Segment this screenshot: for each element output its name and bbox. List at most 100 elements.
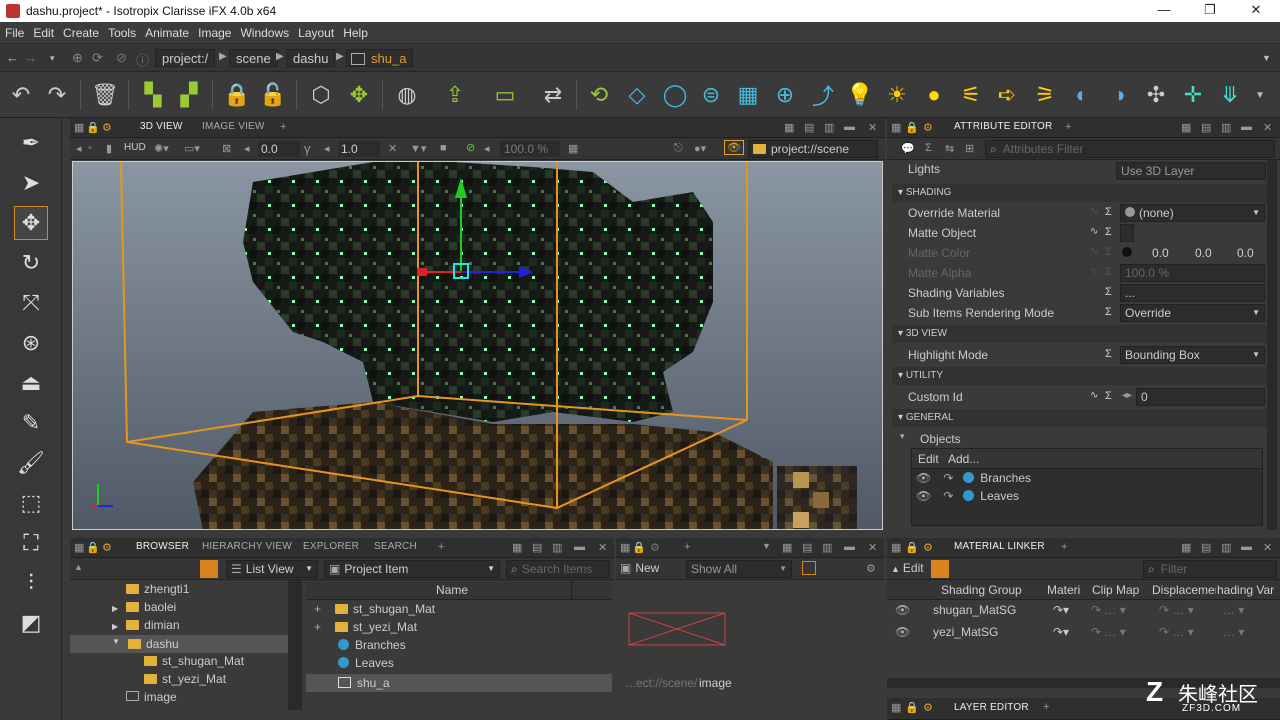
scene-path-field[interactable]: project://scene <box>748 140 878 158</box>
breadcrumb-dashu[interactable]: dashu <box>286 49 336 67</box>
collapse-icon[interactable]: ▲ <box>74 562 83 572</box>
list-item[interactable]: Branches <box>338 638 406 656</box>
material-filter-input[interactable]: ⌕ Filter <box>1143 560 1277 578</box>
panel-close-icon[interactable]: ✕ <box>868 541 877 554</box>
instance-icon[interactable]: ⤋ <box>1215 80 1245 110</box>
delete-icon[interactable]: 🗑 <box>90 80 120 110</box>
layout-columns-icon[interactable]: ▥ <box>552 541 562 554</box>
column-shading-group[interactable]: Shading Group <box>941 583 1022 597</box>
viewport-canvas[interactable] <box>73 162 883 530</box>
select-arrow-icon[interactable]: ➤ <box>14 166 48 200</box>
layout-grid-icon[interactable]: ▦ <box>782 541 792 554</box>
sigma-icon[interactable]: Σ <box>1105 246 1112 258</box>
objects-edit-menu[interactable]: Edit <box>918 452 939 466</box>
hud-toggle[interactable]: HUD <box>124 142 146 153</box>
panel-menu-icon[interactable]: ▦ <box>620 541 630 554</box>
folder-view-icon[interactable] <box>200 560 218 578</box>
section-shading[interactable]: ▾ SHADING <box>892 184 1267 202</box>
path-dropdown-icon[interactable]: ▼ <box>1262 53 1271 63</box>
tree-item-selected[interactable]: ▼ dashu <box>70 635 288 653</box>
rotate-tool-icon[interactable]: ↻ <box>14 246 48 280</box>
panel-menu-icon[interactable]: ▦ <box>74 121 84 134</box>
section-3d-view[interactable]: ▾ 3D VIEW <box>892 325 1267 343</box>
zoom-field[interactable]: 100.0 % <box>500 141 560 157</box>
highlight-mode-dropdown[interactable]: Bounding Box ▼ <box>1120 346 1265 364</box>
panel-settings-icon[interactable]: ⚙ <box>102 121 112 134</box>
tree-item[interactable]: ▶ baolei <box>112 600 176 618</box>
eye-icon[interactable]: 👁 <box>916 471 931 485</box>
panel-menu-icon[interactable]: ▦ <box>891 541 901 554</box>
collapse-icon[interactable]: ▼ <box>112 637 120 646</box>
link-icon[interactable]: ⇆ <box>945 142 954 155</box>
column-divider[interactable] <box>571 580 572 600</box>
shading-var-cell[interactable]: … ▾ <box>1223 603 1244 617</box>
gamma-field[interactable]: 1.0 <box>338 141 380 157</box>
panel-settings-icon[interactable]: ⚙ <box>923 541 933 554</box>
layout-grid-icon[interactable]: ▦ <box>784 121 794 134</box>
layout-split-icon[interactable]: ▤ <box>804 121 814 134</box>
import-icon[interactable]: ⇪ <box>440 80 470 110</box>
matte-object-checkbox[interactable] <box>1120 224 1134 242</box>
tab-material-linker[interactable]: MATERIAL LINKER <box>954 541 1045 552</box>
cube-icon[interactable]: ⬡ <box>306 80 336 110</box>
panel-menu-icon[interactable]: ▦ <box>74 541 84 554</box>
distant-light-icon[interactable]: ➪ <box>992 80 1022 110</box>
attribute-scrollbar[interactable] <box>1267 160 1277 530</box>
layout-max-icon[interactable]: ▬ <box>844 121 855 133</box>
sigma-icon[interactable]: Σ <box>1105 206 1112 218</box>
snapshot-icon[interactable]: ▦ <box>568 142 578 155</box>
matte-color-b[interactable]: 0.0 <box>1237 246 1254 260</box>
comment-icon[interactable]: 💬 <box>901 142 915 155</box>
curve-icon[interactable]: ∿ <box>1090 266 1098 277</box>
transform-icon[interactable]: ✥ <box>344 80 374 110</box>
measure-tool-icon[interactable]: ⫶ <box>14 566 48 600</box>
panel-menu-icon[interactable]: ▦ <box>891 121 901 134</box>
list-item[interactable]: + st_shugan_Mat <box>314 602 435 620</box>
tab-browser[interactable]: BROWSER <box>136 541 189 552</box>
tree-item[interactable]: st_yezi_Mat <box>144 672 226 690</box>
expand-plus-icon[interactable]: + <box>314 620 321 634</box>
eye-icon[interactable]: 👁 <box>916 489 931 503</box>
link-mode-icon[interactable] <box>931 560 949 578</box>
column-material[interactable]: Materi <box>1047 583 1081 597</box>
sigma-icon[interactable]: Σ <box>1105 266 1112 278</box>
panel-close-icon[interactable]: ✕ <box>1263 541 1272 554</box>
menu-windows[interactable]: Windows <box>235 22 293 40</box>
tab-layer-editor[interactable]: LAYER EDITOR <box>954 702 1029 713</box>
redo-icon[interactable]: ↷ <box>42 80 72 110</box>
curve-icon[interactable]: ∿ <box>1090 390 1098 401</box>
objects-add-button[interactable]: Add... <box>948 452 979 466</box>
undo-icon[interactable]: ↶ <box>6 80 36 110</box>
layout-max-icon[interactable]: ▬ <box>844 541 855 553</box>
empty-image-thumbnail[interactable] <box>628 612 728 648</box>
unlock-icon[interactable]: 🔓 <box>258 80 288 110</box>
no-render-icon[interactable]: ⊘ <box>466 141 475 154</box>
gamma-arrow-icon[interactable]: ◂ <box>324 142 330 155</box>
path-icon[interactable]: ⤴ <box>808 80 838 110</box>
curve-icon[interactable]: ∿ <box>1090 206 1098 217</box>
refresh-icon[interactable]: ⟳ <box>92 50 103 66</box>
sigma-icon[interactable]: Σ <box>1105 226 1112 238</box>
layout-max-icon[interactable]: ▬ <box>1241 121 1252 133</box>
layout-split-icon[interactable]: ▤ <box>1201 541 1211 554</box>
list-item[interactable]: 👁 ↷ Leaves <box>916 489 1256 507</box>
table-row[interactable]: 👁 shugan_MatSG ↷▾ ↷ … ▾ ↷ … ▾ … ▾ <box>895 603 1275 621</box>
panel-settings-icon[interactable]: ⚙ <box>650 541 660 554</box>
lock-icon[interactable]: 🔒 <box>222 80 252 110</box>
minimize-button[interactable]: — <box>1150 2 1178 20</box>
ungroup-icon[interactable]: ▞ <box>174 80 204 110</box>
stop-icon[interactable]: ⊘ <box>116 50 127 66</box>
tree-scrollbar[interactable] <box>288 580 302 710</box>
menu-image[interactable]: Image <box>193 22 235 40</box>
layout-max-icon[interactable]: ▬ <box>1241 541 1252 553</box>
context-icon[interactable]: ⟲ <box>584 80 614 110</box>
new-image-button[interactable]: ▣ New <box>620 561 659 575</box>
list-view-dropdown[interactable]: ☰ List View ▼ <box>226 560 318 578</box>
panel-lock-icon[interactable]: 🔒 <box>632 541 646 554</box>
dropdown-icon[interactable]: ▼ <box>762 541 771 551</box>
section-general[interactable]: ▾ GENERAL <box>892 409 1267 427</box>
panel-close-icon[interactable]: ✕ <box>1263 121 1272 134</box>
sigma-icon[interactable]: Σ <box>1105 348 1112 360</box>
panel-lock-icon[interactable]: 🔒 <box>905 541 919 554</box>
shading-variables-button[interactable]: ... <box>1120 284 1265 302</box>
